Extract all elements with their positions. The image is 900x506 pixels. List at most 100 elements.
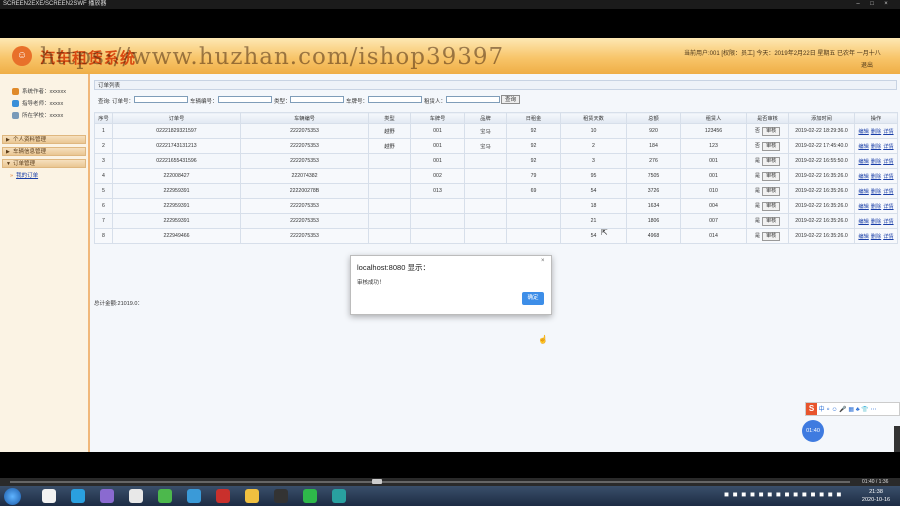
sidebar: 系统作者：xxxxxx 指导老师：xxxxx 所在学校：xxxxx ▶ 个人资料管… (0, 74, 90, 452)
delete-link[interactable]: 删除 (871, 159, 881, 165)
system-tray: ◼ ◼ ◼ ◼ ◼ ◼ ◼ ◼ ◼ ◼ ◼ ◼ ◼ ◼ (724, 492, 843, 498)
taskbar-app-icon[interactable] (129, 489, 143, 503)
audit-button[interactable]: 审核 (762, 171, 781, 181)
table-cell: 222200278B (240, 183, 369, 199)
menu-orders[interactable]: ▼ 订单管理 (2, 159, 86, 168)
table-cell: 2019-02-22 16:35:26.0 (788, 213, 855, 229)
table-cell (464, 183, 507, 199)
delete-link[interactable]: 删除 (871, 144, 881, 150)
edit-link[interactable]: 编辑 (858, 174, 868, 180)
chevron-right-icon: ▶ (6, 137, 10, 143)
submenu-my-orders[interactable]: » 我的订单 (10, 171, 38, 179)
maximize-button[interactable]: □ (866, 0, 878, 9)
detail-link[interactable]: 详情 (883, 174, 893, 180)
order-no-input[interactable] (134, 96, 188, 103)
table-cell: 3726 (626, 183, 681, 199)
edit-link[interactable]: 编辑 (858, 204, 868, 210)
delete-link[interactable]: 删除 (871, 189, 881, 195)
car-no-input[interactable] (218, 96, 272, 103)
taskbar-app-icon[interactable] (303, 489, 317, 503)
taskbar-app-icon[interactable] (100, 489, 114, 503)
sidebar-author: 系统作者：xxxxxx (12, 88, 66, 97)
table-cell: 92 (506, 138, 561, 154)
delete-link[interactable]: 删除 (871, 129, 881, 135)
edge-scrollbar[interactable] (894, 426, 900, 452)
table-cell: 7505 (626, 168, 681, 184)
detail-link[interactable]: 详情 (883, 144, 893, 150)
logout-link[interactable]: 退出 (861, 60, 873, 69)
search-button[interactable]: 查询 (501, 95, 520, 104)
dialog-ok-button[interactable]: 确定 (522, 292, 544, 305)
audit-button[interactable]: 审核 (762, 126, 781, 136)
playback-knob[interactable] (372, 479, 382, 484)
table-cell (464, 213, 507, 229)
detail-link[interactable]: 详情 (883, 189, 893, 195)
close-icon[interactable]: × (541, 258, 545, 264)
detail-link[interactable]: 详情 (883, 159, 893, 165)
edit-link[interactable]: 编辑 (858, 189, 868, 195)
edit-link[interactable]: 编辑 (858, 234, 868, 240)
taskbar-app-icon[interactable] (274, 489, 288, 503)
detail-link[interactable]: 详情 (883, 219, 893, 225)
audit-button[interactable]: 审核 (762, 231, 781, 241)
audit-button[interactable]: 审核 (762, 201, 781, 211)
taskbar-app-icon[interactable] (158, 489, 172, 503)
playback-track[interactable] (10, 481, 850, 483)
start-button[interactable] (4, 488, 21, 505)
menu-profile-label: 个人资料管理 (13, 137, 47, 143)
audit-button[interactable]: 审核 (762, 156, 781, 166)
edit-link[interactable]: 编辑 (858, 219, 868, 225)
alert-dialog: localhost:8080 显示： × 审核成功！ 确定 (350, 255, 552, 315)
menu-profile[interactable]: ▶ 个人资料管理 (2, 135, 86, 144)
edit-link[interactable]: 编辑 (858, 159, 868, 165)
column-header: 总额 (626, 112, 681, 124)
taskbar-app-icon[interactable] (187, 489, 201, 503)
detail-link[interactable]: 详情 (883, 234, 893, 240)
table-cell: 002 (410, 168, 465, 184)
audit-button[interactable]: 审核 (762, 186, 781, 196)
edit-link[interactable]: 编辑 (858, 144, 868, 150)
minimize-button[interactable]: – (852, 0, 864, 9)
table-cell: 是审核 (746, 168, 789, 184)
table-cell: 001 (680, 153, 747, 169)
menu-vehicle-label: 车辆信息管理 (13, 149, 47, 155)
taskbar-app-icon[interactable] (42, 489, 56, 503)
chevron-down-icon: ▼ (6, 161, 11, 167)
renter-input[interactable] (446, 96, 500, 103)
taskbar-app-icon[interactable] (245, 489, 259, 503)
delete-link[interactable]: 删除 (871, 204, 881, 210)
ime-toolbar[interactable]: S 中 ⸰ ☺ 🎤 ▦ ♣ 👕 ⋯ (805, 402, 900, 416)
taskbar-app-icon[interactable] (332, 489, 346, 503)
taskbar-app-icon[interactable] (216, 489, 230, 503)
table-cell: 02221655431596 (112, 153, 241, 169)
table-cell (368, 228, 411, 244)
delete-link[interactable]: 删除 (871, 219, 881, 225)
table-cell (506, 198, 561, 214)
column-header: 操作 (854, 112, 898, 124)
table-cell: 是审核 (746, 183, 789, 199)
detail-link[interactable]: 详情 (883, 129, 893, 135)
detail-link[interactable]: 详情 (883, 204, 893, 210)
row-actions: 编辑 删除 详情 (854, 213, 898, 229)
type-input[interactable] (290, 96, 344, 103)
menu-vehicle[interactable]: ▶ 车辆信息管理 (2, 147, 86, 156)
edit-link[interactable]: 编辑 (858, 129, 868, 135)
table-cell: 184 (626, 138, 681, 154)
taskbar-app-icon[interactable] (71, 489, 85, 503)
close-window-button[interactable]: × (880, 0, 892, 9)
table-cell: 是审核 (746, 228, 789, 244)
delete-link[interactable]: 删除 (871, 234, 881, 240)
plate-input[interactable] (368, 96, 422, 103)
table-row: 7 222959391 2222075353 21 1806 007 是审核 2019-02-… (94, 213, 898, 229)
table-cell (410, 228, 465, 244)
audit-button[interactable]: 审核 (762, 141, 781, 151)
table-cell: 920 (626, 123, 681, 139)
table-cell: 宝马 (464, 123, 507, 139)
orders-table: 序号 订单号 车辆编号 类型 车牌号 品牌 日租金 租赁天数 总额 租赁人 是否审核 添加时间 操作 1… (94, 112, 898, 244)
audit-button[interactable]: 审核 (762, 216, 781, 226)
sidebar-teacher-label: 指导老师：xxxxx (22, 101, 64, 107)
table-cell (464, 153, 507, 169)
delete-link[interactable]: 删除 (871, 174, 881, 180)
table-cell: 1 (94, 123, 113, 139)
table-cell: 007 (680, 213, 747, 229)
